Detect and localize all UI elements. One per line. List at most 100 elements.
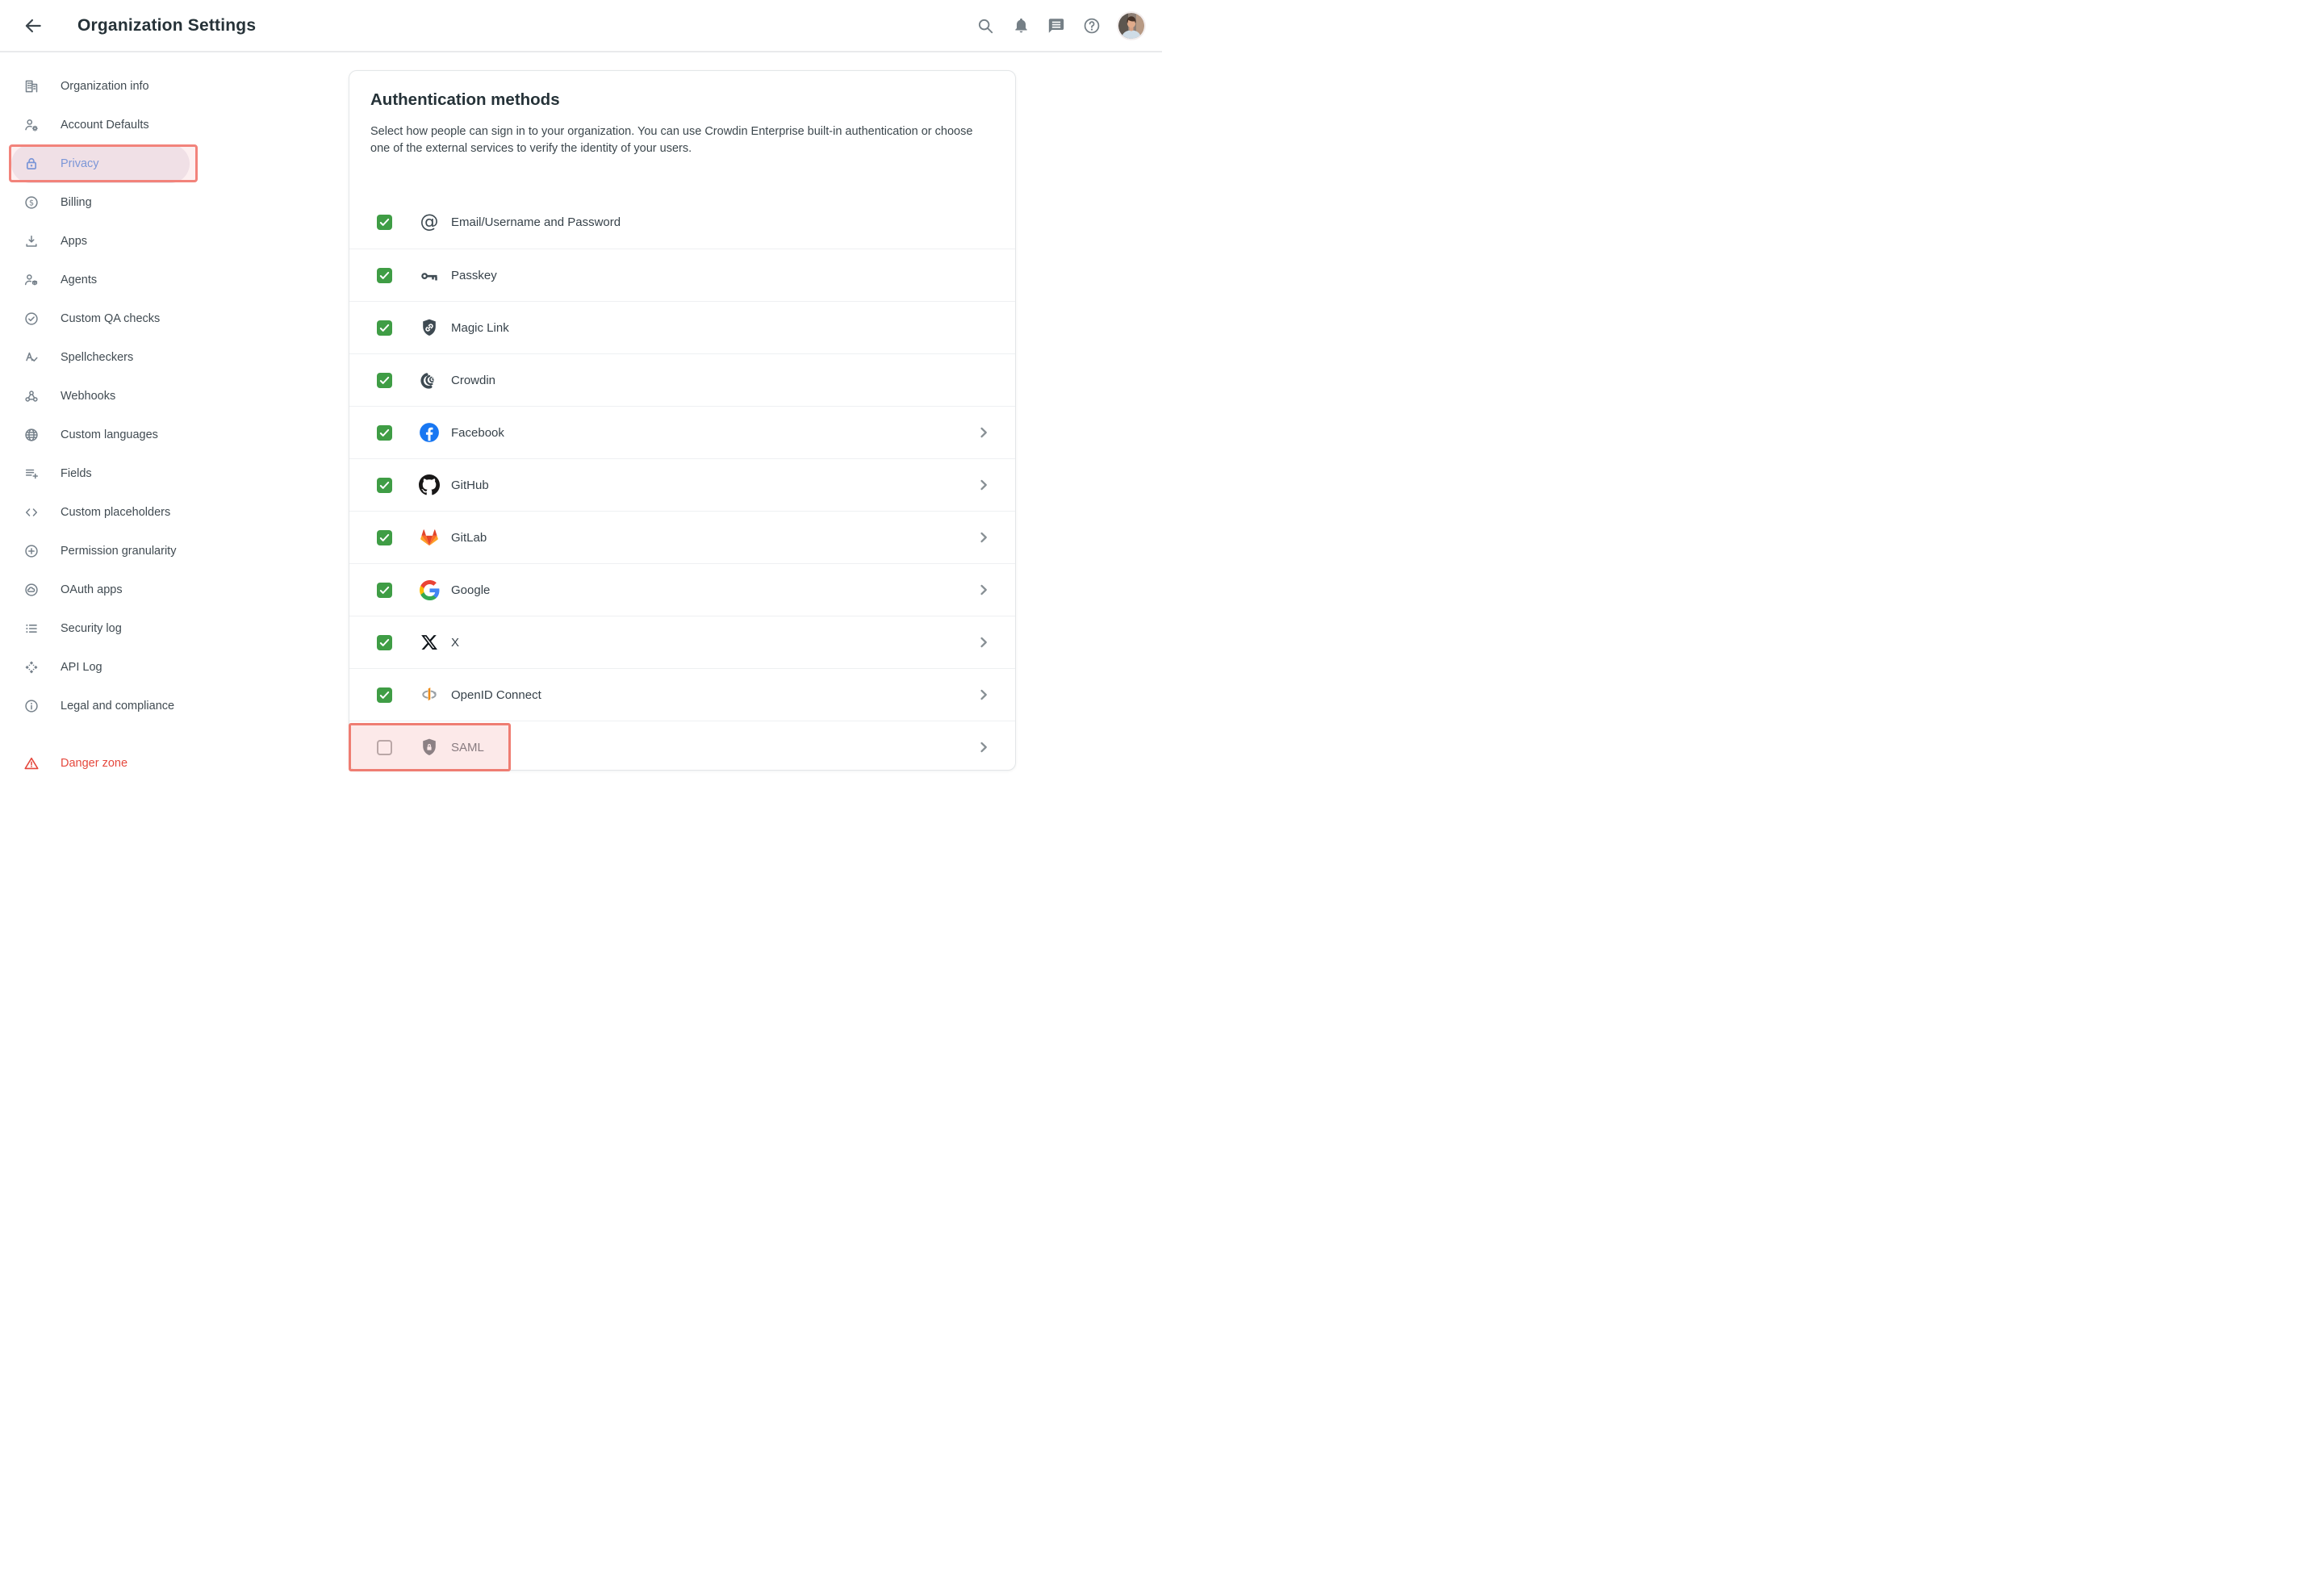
auth-method-label: Facebook [451, 407, 504, 458]
auth-method-row-github: GitHub [349, 458, 1015, 511]
facebook-logo-icon [419, 422, 440, 443]
sidebar-item-danger-zone[interactable]: Danger zone [11, 744, 190, 783]
auth-method-row-email-username-and-password: @ Email/Username and Password [349, 196, 1015, 249]
sidebar-item-label: Custom placeholders [61, 506, 170, 519]
sidebar-item-agents[interactable]: Agents [11, 261, 190, 299]
sidebar-item-label: Security log [61, 622, 122, 635]
sidebar-item-legal-and-compliance[interactable]: Legal and compliance [11, 687, 190, 725]
openid-connect-checkbox[interactable] [377, 687, 392, 703]
authentication-methods-card: Authentication methods Select how people… [349, 70, 1016, 771]
sidebar-item-label: Custom languages [61, 428, 158, 441]
messages-chat-icon[interactable] [1047, 17, 1065, 35]
gitlab-checkbox[interactable] [377, 530, 392, 545]
github-logo-icon [419, 474, 440, 495]
spellcheck-icon [23, 349, 40, 366]
auth-method-row-passkey: Passkey [349, 249, 1015, 301]
card-description: Select how people can sign in to your or… [370, 123, 990, 157]
sidebar-item-billing[interactable]: $ Billing [11, 183, 190, 222]
sidebar-item-label: Billing [61, 196, 92, 209]
sidebar-item-custom-languages[interactable]: Custom languages [11, 416, 190, 454]
sidebar-item-privacy[interactable]: Privacy [11, 144, 190, 183]
sidebar-item-webhooks[interactable]: Webhooks [11, 377, 190, 416]
api-log-icon [23, 659, 40, 675]
svg-text:$: $ [29, 198, 34, 207]
sidebar-item-security-log[interactable]: Security log [11, 609, 190, 648]
search-icon[interactable] [976, 17, 994, 35]
chevron-right-icon[interactable] [975, 529, 993, 546]
x-logo-icon [419, 632, 440, 653]
qa-check-icon [23, 311, 40, 327]
x-checkbox[interactable] [377, 635, 392, 650]
github-checkbox[interactable] [377, 478, 392, 493]
auth-method-row-facebook: Facebook [349, 406, 1015, 458]
sidebar-item-label: OAuth apps [61, 583, 123, 596]
sidebar-item-spellcheckers[interactable]: Spellcheckers [11, 338, 190, 377]
chevron-right-icon[interactable] [975, 633, 993, 651]
at-sign-icon: @ [419, 211, 440, 232]
notifications-bell-icon[interactable] [1012, 17, 1030, 35]
auth-method-label: GitLab [451, 512, 487, 563]
globe-icon [23, 427, 40, 443]
auth-methods-list: @ Email/Username and Password Passkey Ma… [349, 196, 1015, 770]
sidebar-item-label: Legal and compliance [61, 700, 174, 713]
auth-method-label: X [451, 616, 459, 668]
billing-icon: $ [23, 194, 40, 211]
chevron-right-icon[interactable] [975, 738, 993, 756]
chevron-right-icon[interactable] [975, 581, 993, 599]
main-content: Authentication methods Select how people… [242, 54, 1162, 794]
shield-link-icon [419, 317, 440, 338]
sidebar-item-custom-qa-checks[interactable]: Custom QA checks [11, 299, 190, 338]
auth-method-row-openid-connect: OpenID Connect [349, 668, 1015, 721]
crowdin-checkbox[interactable] [377, 373, 392, 388]
crowdin-logo-icon [419, 370, 440, 391]
google-logo-icon [419, 579, 440, 600]
sidebar-item-label: Danger zone [61, 757, 127, 770]
card-title: Authentication methods [370, 90, 994, 110]
sidebar-item-label: Apps [61, 235, 87, 248]
auth-method-row-crowdin: Crowdin [349, 353, 1015, 406]
sidebar-item-label: Custom QA checks [61, 312, 160, 325]
sidebar-item-label: Webhooks [61, 390, 115, 403]
email-username-and-password-checkbox[interactable] [377, 215, 392, 230]
webhook-icon [23, 388, 40, 404]
auth-method-label: SAML [451, 721, 484, 773]
magic-link-checkbox[interactable] [377, 320, 392, 336]
sidebar-item-api-log[interactable]: API Log [11, 648, 190, 687]
openid-logo-icon [419, 684, 440, 705]
organization-icon [23, 78, 40, 94]
chevron-right-icon[interactable] [975, 424, 993, 441]
auth-method-row-saml: SAML [349, 721, 1015, 773]
info-icon [23, 698, 40, 714]
passkey-checkbox[interactable] [377, 268, 392, 283]
auth-method-label: Magic Link [451, 302, 509, 353]
sidebar-item-oauth-apps[interactable]: OAuth apps [11, 570, 190, 609]
sidebar-item-label: API Log [61, 661, 102, 674]
auth-method-label: Crowdin [451, 354, 495, 406]
auth-method-row-gitlab: GitLab [349, 511, 1015, 563]
saml-shield-icon [419, 737, 440, 758]
sidebar-item-fields[interactable]: Fields [11, 454, 190, 493]
user-avatar[interactable] [1118, 13, 1144, 39]
auth-method-row-google: Google [349, 563, 1015, 616]
chevron-right-icon[interactable] [975, 476, 993, 494]
auth-method-label: GitHub [451, 459, 489, 511]
sidebar-item-custom-placeholders[interactable]: Custom placeholders [11, 493, 190, 532]
auth-method-label: OpenID Connect [451, 669, 541, 721]
fields-icon [23, 466, 40, 482]
chevron-right-icon[interactable] [975, 686, 993, 704]
sidebar-item-permission-granularity[interactable]: Permission granularity [11, 532, 190, 570]
sidebar-item-apps[interactable]: Apps [11, 222, 190, 261]
lock-icon [23, 156, 40, 172]
oauth-cloud-icon [23, 582, 40, 598]
help-icon[interactable] [1083, 17, 1101, 35]
sidebar-item-organization-info[interactable]: Organization info [11, 67, 190, 106]
saml-checkbox[interactable] [377, 740, 392, 755]
gitlab-logo-icon [419, 527, 440, 548]
sidebar-item-account-defaults[interactable]: Account Defaults [11, 106, 190, 144]
passkey-key-icon [419, 265, 440, 286]
google-checkbox[interactable] [377, 583, 392, 598]
agents-icon [23, 272, 40, 288]
apps-download-icon [23, 233, 40, 249]
back-arrow-icon[interactable] [23, 15, 44, 36]
facebook-checkbox[interactable] [377, 425, 392, 441]
